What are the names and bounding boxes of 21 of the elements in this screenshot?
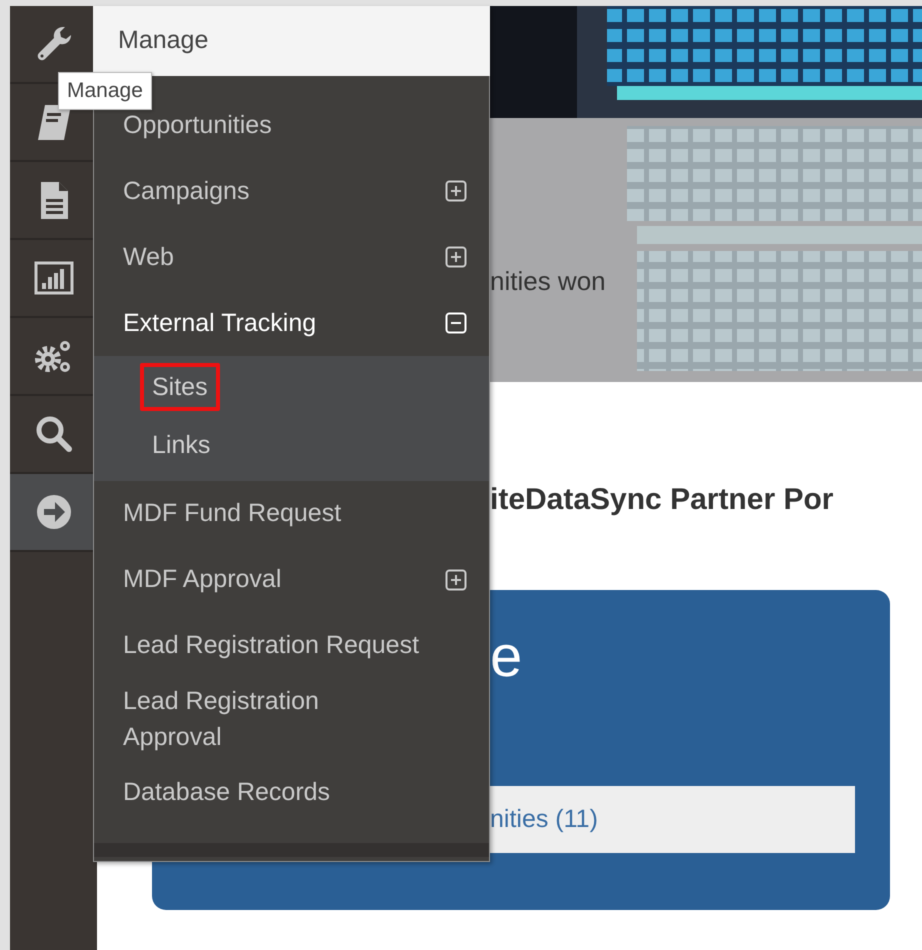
menu-item[interactable]: MDF Approval (123, 561, 282, 598)
page-title: iteDataSync Partner Por (490, 482, 834, 518)
menu-item[interactable]: Database Records (123, 774, 330, 810)
expand-icon[interactable] (445, 180, 467, 202)
hero-text: nities won (490, 265, 606, 298)
menu-item[interactable]: Web (123, 238, 174, 276)
menu-header: Manage (93, 6, 490, 76)
card-title: e (490, 628, 524, 686)
tooltip: Manage (58, 72, 152, 110)
menu-item[interactable]: Lead Registration Request (123, 627, 420, 664)
expand-icon[interactable] (445, 246, 467, 268)
menu-item[interactable]: Lead Registration Approval (123, 682, 413, 755)
submenu-item[interactable]: Links (140, 421, 222, 470)
menu-item[interactable]: Campaigns (123, 172, 250, 210)
expand-icon[interactable] (445, 568, 467, 590)
menu-item[interactable]: MDF Fund Request (123, 495, 342, 532)
opportunities-link[interactable]: nities (11) (490, 800, 598, 838)
collapse-icon[interactable] (445, 312, 467, 334)
menu-item[interactable]: External Tracking (123, 304, 316, 342)
menu-item[interactable]: Opportunities (123, 106, 272, 144)
submenu-item[interactable]: Sites (140, 363, 220, 412)
